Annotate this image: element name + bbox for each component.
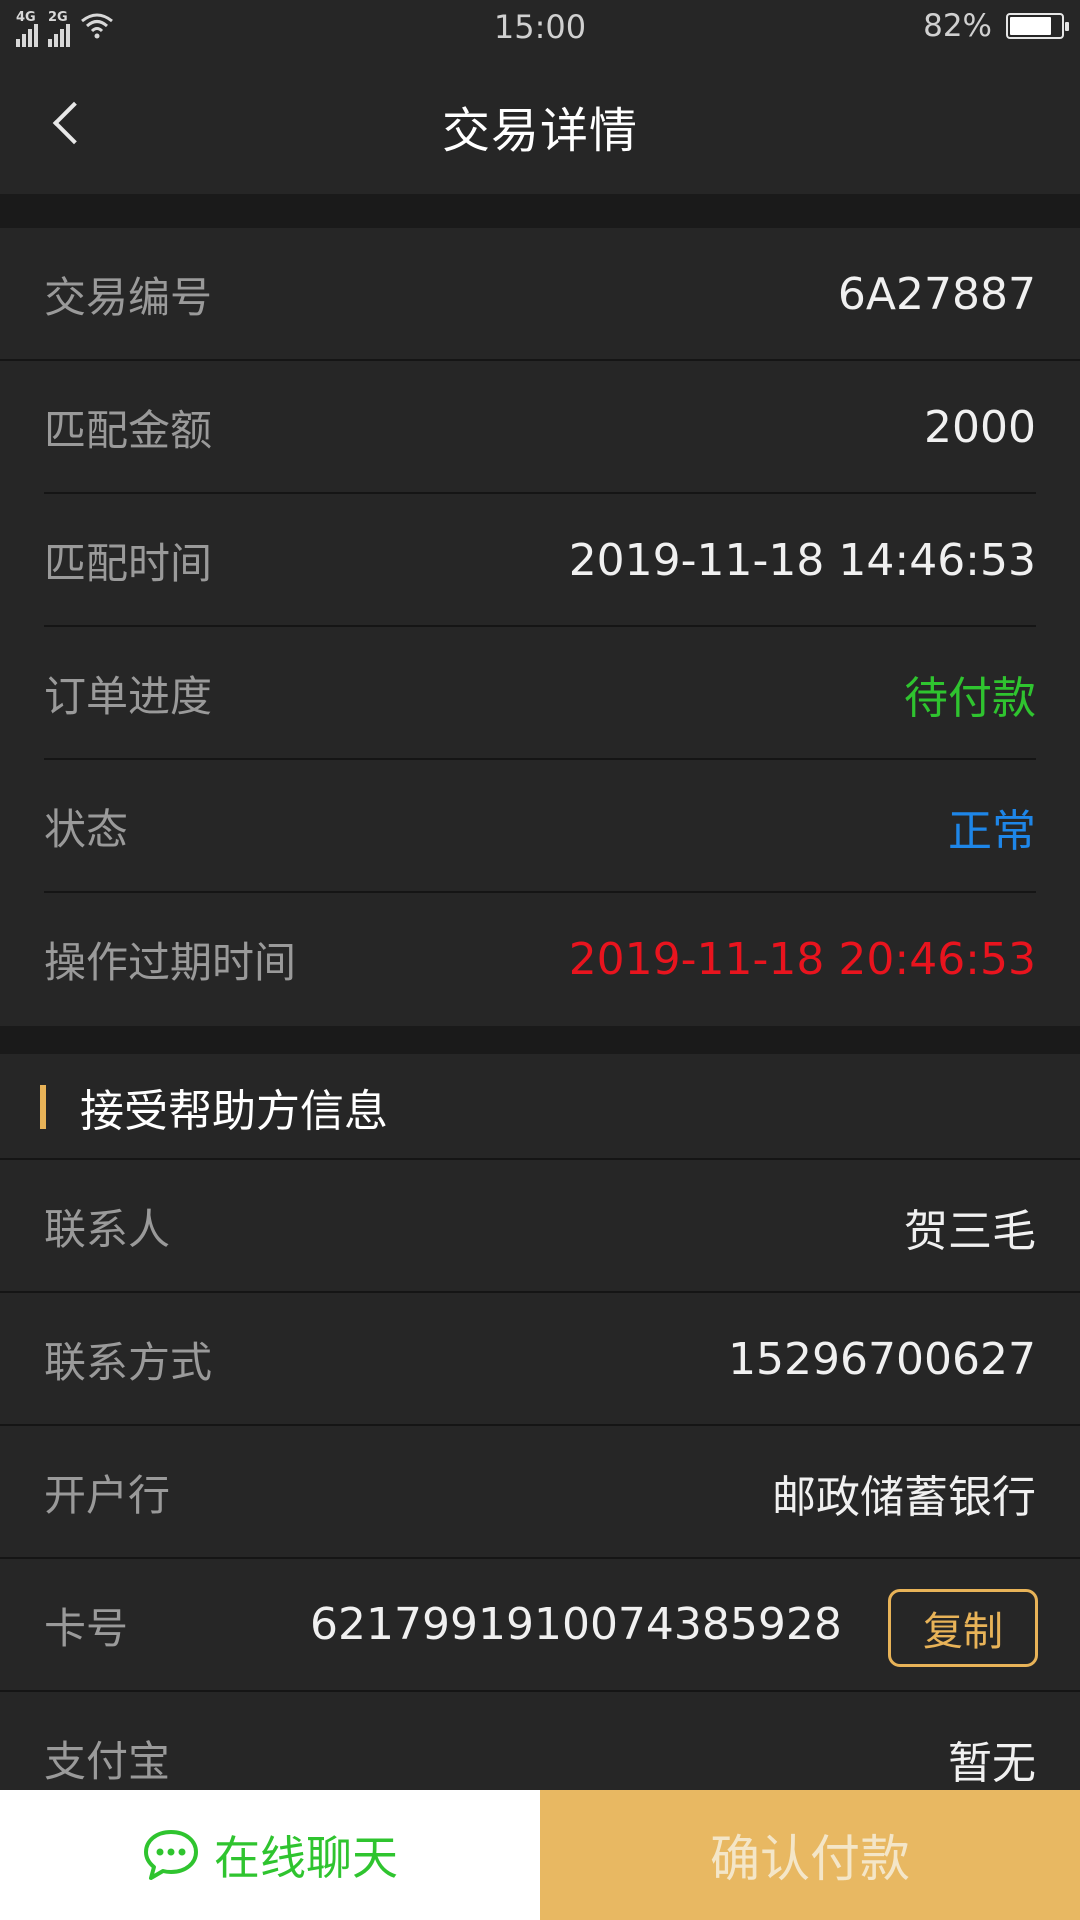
recipient-row-card: 卡号 6217991910074385928 复制 <box>0 1559 1080 1692</box>
detail-row-match-time: 匹配时间 2019-11-18 14:46:53 <box>0 494 1080 627</box>
progress-status: 待付款 <box>904 672 1036 724</box>
copy-button[interactable]: 复制 <box>888 1589 1038 1667</box>
battery-percent: 82% <box>923 8 992 44</box>
online-chat-label: 在线聊天 <box>214 1831 398 1885</box>
battery-icon <box>1006 13 1069 39</box>
recipient-label: 联系方式 <box>44 1338 213 1387</box>
recipient-row-contact: 联系人 贺三毛 <box>0 1160 1080 1293</box>
chevron-left-icon <box>52 101 96 145</box>
back-button[interactable] <box>38 88 98 158</box>
recipient-info: 接受帮助方信息 联系人 贺三毛 联系方式 15296700627 开户行 邮政储… <box>0 1054 1080 1794</box>
detail-label: 交易编号 <box>44 273 213 322</box>
recipient-value: 暂无 <box>948 1737 1036 1789</box>
chat-bubble-icon <box>144 1830 198 1880</box>
online-chat-button[interactable]: 在线聊天 <box>0 1790 540 1920</box>
section-accent-bar <box>40 1085 46 1129</box>
recipient-label: 卡号 <box>44 1604 129 1653</box>
detail-value: 2000 <box>924 402 1036 453</box>
expire-time: 2019-11-18 20:46:53 <box>568 934 1036 985</box>
recipient-row-bank: 开户行 邮政储蓄银行 <box>0 1426 1080 1559</box>
recipient-value: 贺三毛 <box>904 1205 1036 1257</box>
detail-label: 匹配时间 <box>44 539 213 588</box>
recipient-value: 15296700627 <box>728 1334 1036 1385</box>
detail-row-state: 状态 正常 <box>0 760 1080 893</box>
detail-row-expire-time: 操作过期时间 2019-11-18 20:46:53 <box>0 893 1080 1026</box>
bottom-action-bar: 在线聊天 确认付款 <box>0 1790 1080 1920</box>
detail-row-amount: 匹配金额 2000 <box>0 361 1080 494</box>
detail-value: 2019-11-18 14:46:53 <box>568 535 1036 586</box>
section-title: 接受帮助方信息 <box>80 1086 388 1137</box>
detail-label: 订单进度 <box>44 672 213 721</box>
battery-fill <box>1010 17 1051 35</box>
recipient-label: 支付宝 <box>44 1737 171 1786</box>
recipient-label: 开户行 <box>44 1471 171 1520</box>
detail-label: 操作过期时间 <box>44 938 297 987</box>
recipient-row-alipay: 支付宝 暂无 <box>0 1692 1080 1794</box>
recipient-label: 联系人 <box>44 1205 171 1254</box>
section-header: 接受帮助方信息 <box>0 1054 1080 1160</box>
detail-label: 状态 <box>44 805 129 854</box>
screen: 4G 2G 15:00 82% 交易详情 交易编号 6A27887 匹配金额 2… <box>0 0 1080 1920</box>
confirm-payment-button[interactable]: 确认付款 <box>540 1790 1080 1920</box>
recipient-row-phone: 联系方式 15296700627 <box>0 1293 1080 1426</box>
status-bar: 4G 2G 15:00 82% <box>0 0 1080 58</box>
recipient-value: 邮政储蓄银行 <box>772 1471 1036 1523</box>
card-number: 6217991910074385928 <box>310 1599 842 1650</box>
status-icons-right: 82% <box>923 8 1069 44</box>
state-status: 正常 <box>948 805 1036 857</box>
detail-row-trade-id: 交易编号 6A27887 <box>0 228 1080 361</box>
detail-label: 匹配金额 <box>44 406 213 455</box>
detail-value: 6A27887 <box>837 269 1036 320</box>
transaction-details: 交易编号 6A27887 匹配金额 2000 匹配时间 2019-11-18 1… <box>0 228 1080 1026</box>
detail-row-progress: 订单进度 待付款 <box>0 627 1080 760</box>
status-time: 15:00 <box>493 8 587 46</box>
page-title: 交易详情 <box>441 103 638 159</box>
nav-bar: 交易详情 <box>0 58 1080 194</box>
